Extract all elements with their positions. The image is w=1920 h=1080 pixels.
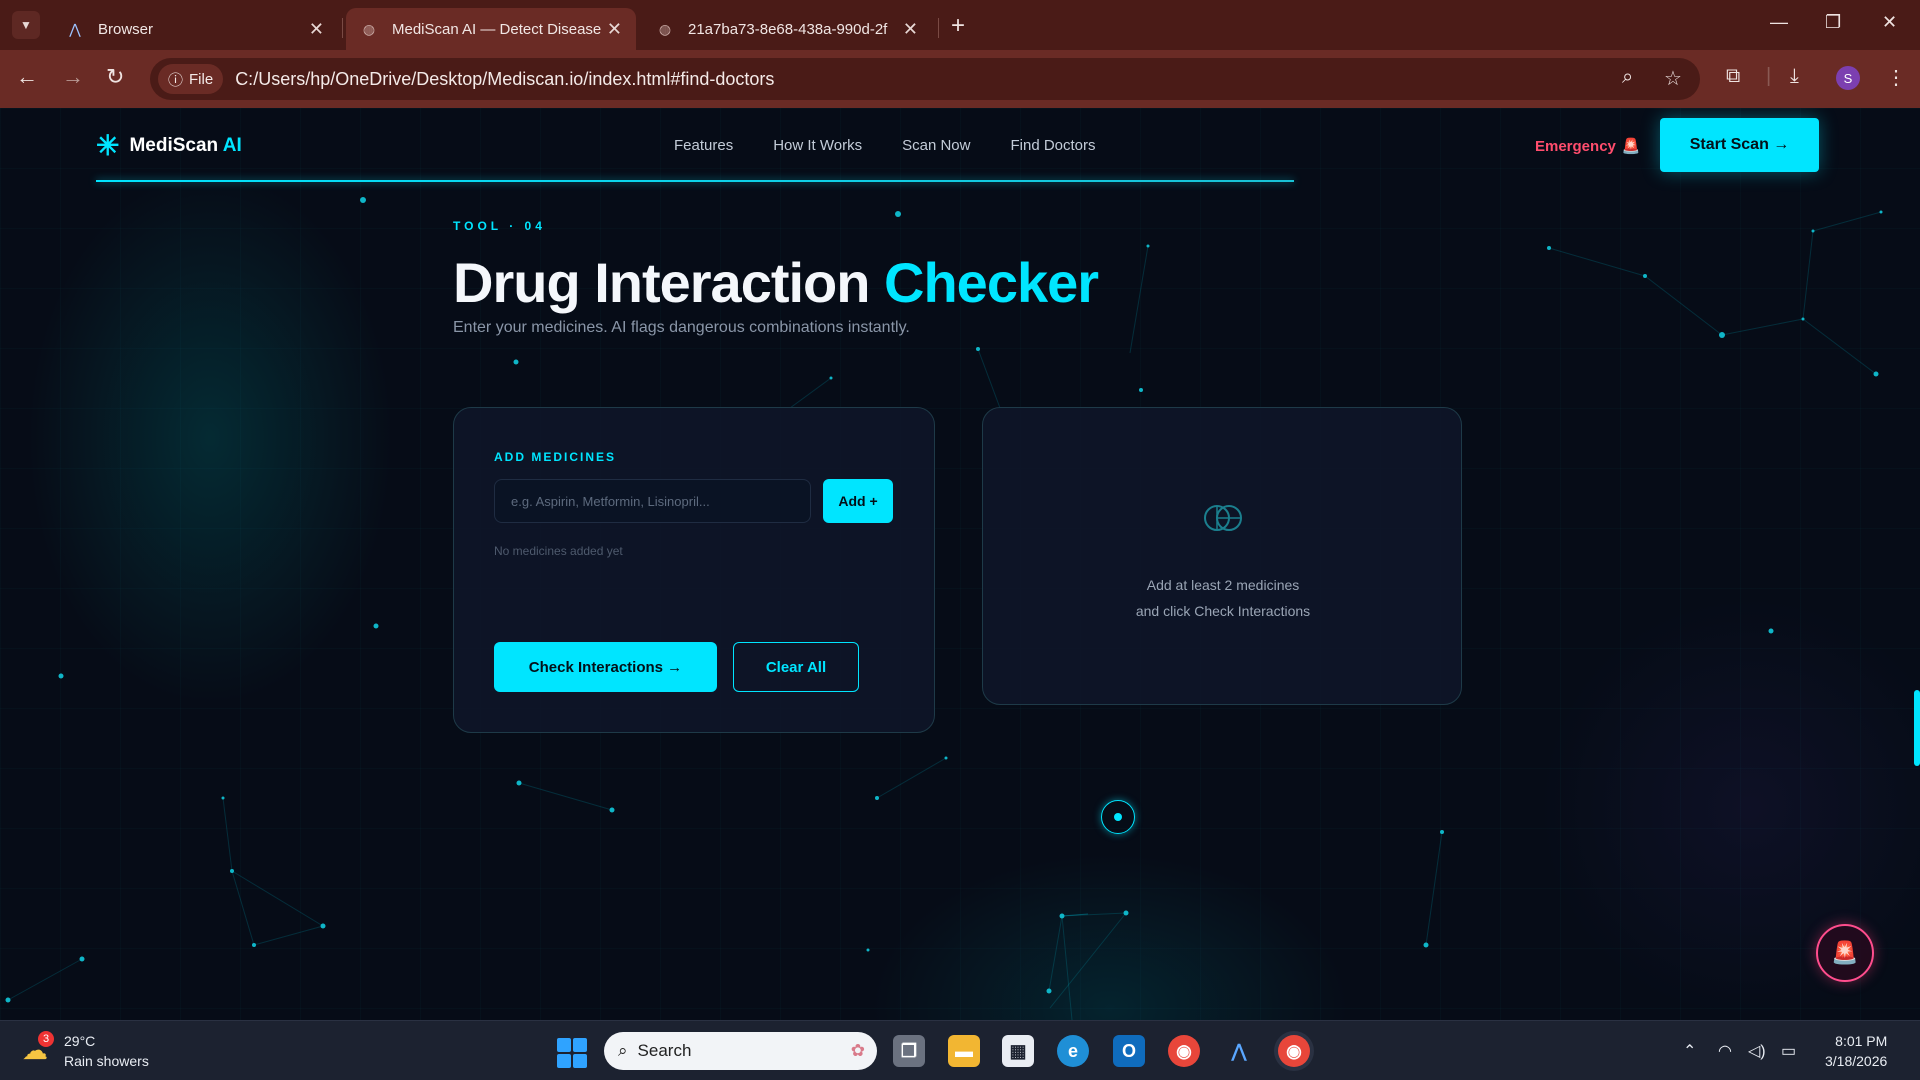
restore-icon[interactable]: ❐ — [1825, 12, 1841, 33]
weather-temp: 29°C — [64, 1033, 96, 1049]
weather-cloud-icon: ☁ 3 — [22, 1031, 54, 1067]
site-logo[interactable]: ✳ MediScan AI — [96, 132, 242, 160]
reload-icon[interactable]: ↻ — [106, 64, 124, 90]
new-tab-icon[interactable]: + — [951, 12, 965, 40]
chrome-profile-icon[interactable]: ◉ — [1168, 1035, 1200, 1067]
clear-all-button[interactable]: Clear All — [733, 642, 859, 692]
tray-overflow-icon[interactable]: ⌃ — [1683, 1041, 1696, 1061]
toolbar-divider: | — [1766, 65, 1772, 87]
battery-icon[interactable]: ▭ — [1781, 1041, 1796, 1061]
weather-desc: Rain showers — [64, 1053, 149, 1069]
url-text[interactable]: C:/Users/hp/OneDrive/Desktop/Mediscan.io… — [235, 69, 774, 90]
page-viewport: ✳ MediScan AI Features How It Works Scan… — [0, 108, 1920, 1020]
pills-icon — [1204, 505, 1242, 531]
main-nav: Features How It Works Scan Now Find Doct… — [674, 137, 1096, 154]
browser-tab-bar: ▼ ⋀ Browser ✕ ◍ MediScan AI — Detect Dis… — [0, 0, 1920, 50]
weather-badge: 3 — [38, 1031, 54, 1047]
browser-app-icon[interactable]: ⋀ — [1223, 1035, 1255, 1067]
file-explorer-icon[interactable]: ▬ — [948, 1035, 980, 1067]
bookmark-star-icon[interactable]: ☆ — [1664, 66, 1682, 91]
more-menu-icon[interactable]: ⋮ — [1886, 65, 1906, 90]
logo-text: MediScan AI — [129, 135, 242, 156]
tab-search-dropdown-icon[interactable]: ▼ — [12, 11, 40, 39]
page-title: Drug Interaction Checker — [453, 251, 1099, 314]
task-view-icon[interactable]: ❐ — [893, 1035, 925, 1067]
tab-separator — [342, 18, 343, 38]
taskbar-search[interactable]: ⌕ Search ✿ — [604, 1032, 877, 1070]
nav-find-doctors[interactable]: Find Doctors — [1010, 137, 1095, 154]
outlook-icon[interactable]: O — [1113, 1035, 1145, 1067]
siren-icon: 🚨 — [1831, 940, 1859, 965]
back-icon[interactable]: ← — [16, 64, 38, 90]
add-medicines-label: ADD MEDICINES — [494, 450, 617, 464]
microsoft-store-icon[interactable]: ▦ — [1002, 1035, 1034, 1067]
siren-icon: 🚨 — [1621, 138, 1641, 155]
nav-features[interactable]: Features — [674, 137, 733, 154]
windows-start-icon[interactable] — [557, 1038, 587, 1068]
extensions-icon[interactable]: ⧉ — [1726, 65, 1740, 88]
asterisk-logo-icon: ✳ — [96, 130, 120, 161]
info-icon: ⓘ — [168, 71, 184, 89]
section-eyebrow: TOOL · 04 — [453, 219, 546, 233]
globe-icon: ◍ — [362, 20, 376, 37]
close-icon[interactable]: ✕ — [309, 19, 324, 40]
profile-avatar[interactable]: S — [1836, 66, 1860, 90]
nav-progress-line — [96, 180, 1294, 182]
globe-icon: ◍ — [658, 20, 672, 37]
nav-how-it-works[interactable]: How It Works — [773, 137, 862, 154]
emergency-siren-button[interactable]: 🚨 — [1816, 924, 1874, 982]
scrollbar-thumb[interactable] — [1914, 690, 1920, 766]
tab-browser[interactable]: ⋀ Browser ✕ — [52, 8, 338, 50]
tab-separator — [938, 18, 939, 38]
search-icon: ⌕ — [618, 1041, 628, 1060]
download-icon[interactable]: ⤓ — [1790, 65, 1799, 88]
weather-widget[interactable]: ☁ 3 29°C Rain showers — [22, 1031, 149, 1071]
address-bar[interactable]: ⓘ File C:/Users/hp/OneDrive/Desktop/Medi… — [150, 58, 1700, 100]
empty-medicines-text: No medicines added yet — [494, 544, 623, 558]
page-subtitle: Enter your medicines. AI flags dangerous… — [453, 319, 910, 336]
edge-icon[interactable]: e — [1057, 1035, 1089, 1067]
nav-scan-now[interactable]: Scan Now — [902, 137, 970, 154]
medicine-input[interactable] — [494, 479, 811, 523]
check-interactions-button[interactable]: Check Interactions → — [494, 642, 717, 692]
taskbar-clock[interactable]: 8:01 PM 3/18/2026 — [1825, 1031, 1887, 1071]
tab-uuid[interactable]: ◍ 21a7ba73-8e68-438a-990d-2f5 ✕ — [642, 8, 932, 50]
site-header: ✳ MediScan AI Features How It Works Scan… — [0, 108, 1920, 184]
minimize-icon[interactable]: — — [1770, 12, 1788, 33]
particle-network-background — [5, 197, 1883, 1020]
custom-cursor-dot — [1114, 813, 1122, 821]
add-medicines-card: ADD MEDICINES Add + No medicines added y… — [453, 407, 935, 733]
emergency-link[interactable]: Emergency 🚨 — [1535, 137, 1641, 156]
start-scan-button[interactable]: Start Scan → — [1660, 118, 1819, 172]
interaction-results-card: Add at least 2 medicines and click Check… — [982, 407, 1462, 705]
wifi-icon[interactable]: ◠ — [1718, 1041, 1732, 1061]
search-highlight-icon: ✿ — [850, 1041, 865, 1060]
close-icon[interactable]: ✕ — [607, 19, 622, 40]
close-icon[interactable]: ✕ — [903, 19, 918, 40]
window-close-icon[interactable]: ✕ — [1882, 12, 1897, 33]
windows-taskbar: ☁ 3 29°C Rain showers ⌕ Search ✿ ❐ ▬ ▦ e… — [0, 1020, 1920, 1080]
site-info-chip[interactable]: ⓘ File — [158, 64, 224, 94]
chrome-active-icon[interactable]: ◉ — [1278, 1035, 1310, 1067]
zoom-icon[interactable]: ⌕ — [1622, 66, 1633, 89]
add-medicine-button[interactable]: Add + — [823, 479, 893, 523]
results-hint: Add at least 2 medicines and click Check… — [1135, 577, 1311, 619]
browser-logo-icon: ⋀ — [69, 20, 81, 37]
forward-icon[interactable]: → — [62, 64, 84, 90]
volume-icon[interactable]: ◁) — [1748, 1041, 1766, 1061]
tab-mediscan[interactable]: ◍ MediScan AI — Detect Disease ✕ — [346, 8, 636, 50]
